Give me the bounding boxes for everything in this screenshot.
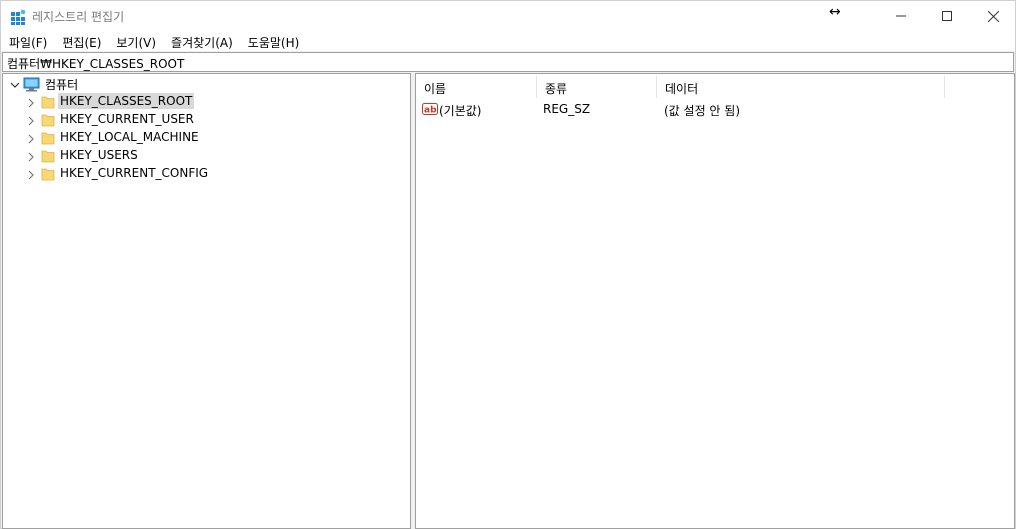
registry-editor-window: 레지스트리 편집기 ↔ 파일(F) 편집(E) 보기(V) 즐겨찾기(A) 도움…: [0, 0, 1016, 529]
tree-item-hkey-local-machine[interactable]: HKEY_LOCAL_MACHINE: [58, 129, 201, 145]
close-button[interactable]: [970, 1, 1016, 31]
chevron-down-icon[interactable]: [10, 80, 20, 90]
chevron-right-icon[interactable]: [26, 116, 36, 126]
tree-item-hkey-classes-root[interactable]: HKEY_CLASSES_ROOT: [58, 93, 195, 109]
value-list-pane[interactable]: 이름 종류 데이터 ab (기본값) REG_SZ (값 설정 안 됨): [415, 73, 1015, 529]
value-name[interactable]: (기본값): [439, 102, 481, 119]
chevron-right-icon[interactable]: [26, 170, 36, 180]
menu-view[interactable]: 보기(V): [108, 31, 163, 51]
address-bar[interactable]: 컴퓨터₩HKEY_CLASSES_ROOT: [2, 52, 1014, 72]
chevron-right-icon[interactable]: [26, 98, 36, 108]
tree-item-hkey-current-config[interactable]: HKEY_CURRENT_CONFIG: [58, 165, 210, 181]
key-tree-pane[interactable]: 컴퓨터 HKEY_CLASSES_ROOT HKEY_CURRENT_USER …: [2, 73, 411, 529]
value-data: (값 설정 안 됨): [664, 104, 741, 118]
menu-bar: 파일(F) 편집(E) 보기(V) 즐겨찾기(A) 도움말(H): [1, 31, 1015, 51]
folder-icon: [41, 150, 55, 163]
tree-item-hkey-current-user[interactable]: HKEY_CURRENT_USER: [58, 111, 196, 127]
title-bar[interactable]: 레지스트리 편집기 ↔: [1, 1, 1015, 31]
folder-icon: [41, 96, 55, 109]
address-path[interactable]: 컴퓨터₩HKEY_CLASSES_ROOT: [7, 55, 184, 72]
maximize-icon: [942, 11, 952, 21]
chevron-right-icon[interactable]: [26, 152, 36, 162]
menu-favorites[interactable]: 즐겨찾기(A): [163, 31, 240, 51]
minimize-icon: [896, 15, 906, 17]
string-value-icon: ab: [422, 103, 438, 116]
horizontal-resize-cursor-icon: ↔: [829, 4, 841, 20]
menu-help[interactable]: 도움말(H): [240, 31, 307, 51]
maximize-button[interactable]: [924, 1, 970, 31]
folder-icon: [41, 168, 55, 181]
menu-edit[interactable]: 편집(E): [54, 31, 108, 51]
folder-icon: [41, 132, 55, 145]
chevron-right-icon[interactable]: [26, 134, 36, 144]
column-header-type[interactable]: 종류: [537, 76, 657, 98]
menu-file[interactable]: 파일(F): [1, 31, 54, 51]
tree-root-label[interactable]: 컴퓨터: [43, 75, 80, 94]
folder-icon: [41, 114, 55, 127]
minimize-button[interactable]: [878, 1, 924, 31]
computer-icon: [23, 77, 40, 92]
svg-text:ab: ab: [424, 106, 437, 116]
close-icon: [987, 10, 999, 22]
column-header-data[interactable]: 데이터: [657, 76, 945, 98]
value-type: REG_SZ: [543, 102, 591, 116]
window-title: 레지스트리 편집기: [32, 10, 125, 24]
registry-editor-icon: [10, 9, 26, 25]
tree-item-hkey-users[interactable]: HKEY_USERS: [58, 147, 140, 163]
column-header-name[interactable]: 이름: [416, 76, 537, 98]
